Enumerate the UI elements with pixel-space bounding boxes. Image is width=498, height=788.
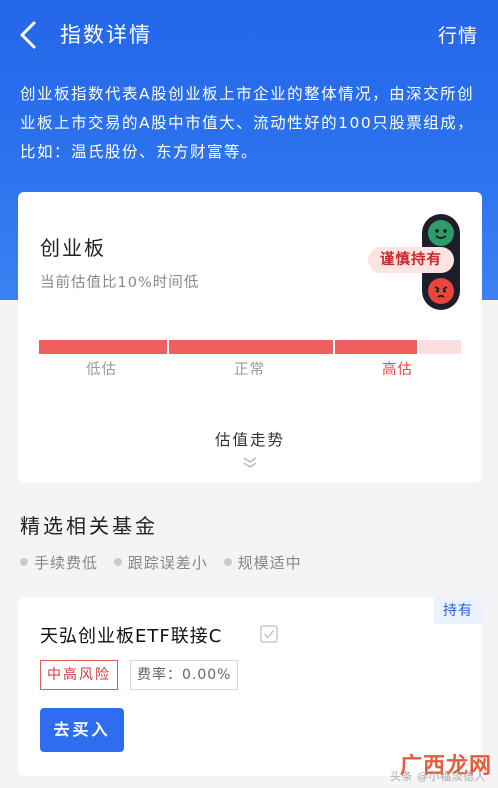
back-arrow-icon[interactable]	[14, 18, 44, 52]
feature-tag: 规模适中	[223, 552, 302, 573]
section-title: 精选相关基金	[20, 514, 158, 538]
valuation-bar-remainder	[419, 340, 461, 354]
bullet-icon	[20, 557, 28, 566]
fund-name[interactable]: 天弘创业板ETF联接C	[40, 622, 222, 648]
page-title: 指数详情	[60, 23, 152, 47]
label-low: 低估	[86, 362, 117, 378]
index-name: 创业板	[40, 236, 106, 260]
bullet-icon	[223, 557, 232, 566]
label-high: 高估	[382, 362, 413, 378]
risk-badge: 中高风险	[40, 660, 118, 690]
index-description: 创业板指数代表A股创业板上市企业的整体情况，由深交所创业板上市交易的A股中市值大…	[20, 85, 475, 161]
angry-face-icon	[428, 278, 454, 304]
feature-tag: 手续费低	[20, 552, 98, 573]
nav-bar: 指数详情 行情	[0, 0, 498, 70]
holding-tag: 持有	[434, 598, 482, 624]
valuation-bar-low	[39, 340, 167, 354]
green-face-icon	[428, 220, 454, 246]
check-icon[interactable]	[260, 625, 278, 643]
feature-tags: 手续费低 跟踪误差小 规模适中	[20, 552, 312, 573]
valuation-card: 创业板 当前估值比10%时间低 谨慎持有 低估 正常 高估 估值走势	[18, 192, 482, 482]
chevron-down-icon[interactable]	[240, 456, 260, 470]
bullet-icon	[113, 557, 122, 566]
label-normal: 正常	[234, 362, 265, 378]
status-badge: 谨慎持有	[368, 247, 454, 273]
buy-button[interactable]: 去买入	[40, 708, 124, 752]
valuation-bar-high	[335, 340, 417, 354]
watermark-caption: 头条 @小福淡德人	[390, 770, 486, 783]
valuation-trend-toggle[interactable]: 估值走势	[18, 428, 482, 450]
valuation-subtitle: 当前估值比10%时间低	[40, 275, 200, 291]
feature-tag: 跟踪误差小	[113, 552, 208, 573]
valuation-bar-normal	[169, 340, 333, 354]
fee-badge: 费率：0.00%	[130, 660, 239, 690]
market-link[interactable]: 行情	[438, 21, 478, 48]
